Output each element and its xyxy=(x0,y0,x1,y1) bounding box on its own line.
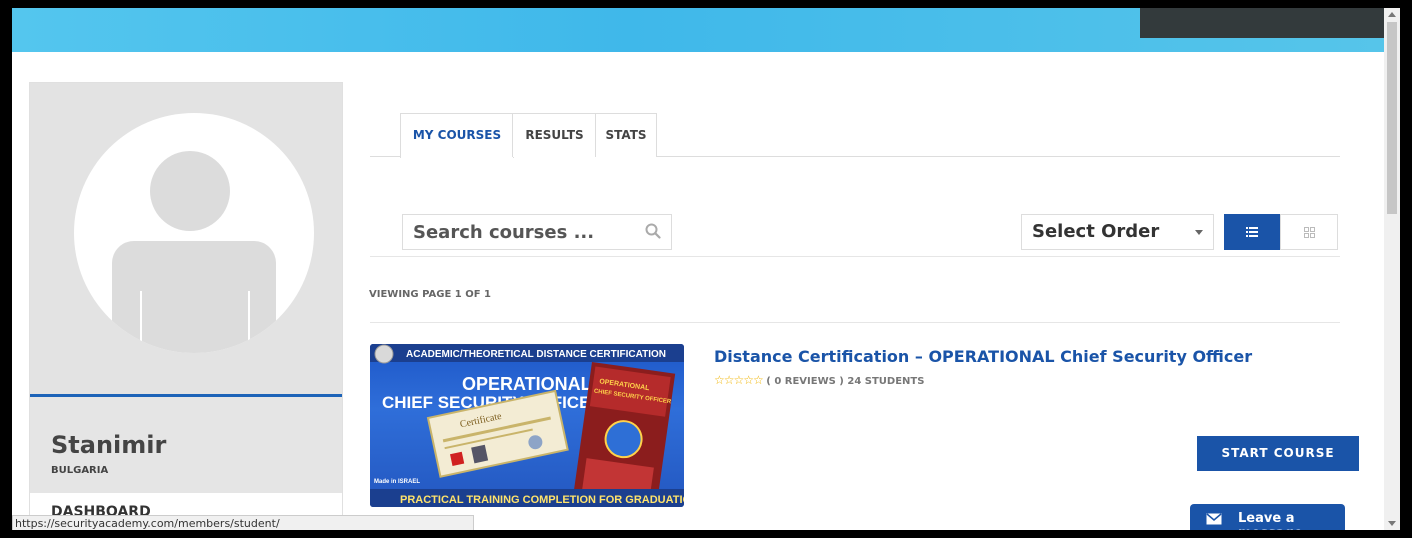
grid-view-button[interactable] xyxy=(1280,214,1338,250)
profile-name: Stanimir xyxy=(51,431,167,459)
course-search xyxy=(402,214,672,250)
profile-country: BULGARIA xyxy=(51,465,109,476)
divider xyxy=(370,256,1340,257)
grid-icon xyxy=(1304,227,1315,238)
scroll-up-arrow-icon[interactable] xyxy=(1388,12,1396,17)
header-dark-panel xyxy=(1140,8,1384,38)
order-select[interactable]: Select Order xyxy=(1021,214,1214,250)
avatar-arm-line xyxy=(248,291,250,353)
thumb-title-text: OPERATIONAL xyxy=(462,374,592,394)
status-url-bar: https://securityacademy.com/members/stud… xyxy=(12,515,474,530)
leave-message-label: Leave a message xyxy=(1238,511,1303,530)
course-tabs: MY COURSES RESULTS STATS xyxy=(370,113,1340,158)
scrollbar-thumb[interactable] xyxy=(1387,22,1397,214)
page: Stanimir BULGARIA DASHBOARD MY COURSES R… xyxy=(12,8,1384,530)
rating-stars-icon: ☆☆☆☆☆ xyxy=(714,373,764,387)
avatar-area xyxy=(30,83,342,395)
scroll-down-arrow-icon[interactable] xyxy=(1388,521,1396,526)
chevron-down-icon xyxy=(1195,230,1203,235)
thumb-bottom-text: PRACTICAL TRAINING COMPLETION FOR GRADUA… xyxy=(400,494,684,506)
divider xyxy=(370,322,1340,323)
list-icon xyxy=(1246,227,1258,237)
list-view-button[interactable] xyxy=(1224,214,1280,250)
course-thumbnail-graphic: ACADEMIC/THEORETICAL DISTANCE CERTIFICAT… xyxy=(370,344,684,507)
avatar xyxy=(74,113,314,353)
mail-icon xyxy=(1206,513,1222,525)
tab-my-courses[interactable]: MY COURSES xyxy=(400,113,514,158)
course-meta: ☆☆☆☆☆ ( 0 REVIEWS ) 24 STUDENTS xyxy=(714,373,924,387)
tab-results[interactable]: RESULTS xyxy=(512,113,597,157)
search-input[interactable] xyxy=(403,215,643,249)
avatar-head-shape xyxy=(150,151,230,231)
avatar-body-shape xyxy=(112,241,276,353)
search-icon[interactable] xyxy=(645,223,661,239)
thumb-top-text: ACADEMIC/THEORETICAL DISTANCE CERTIFICAT… xyxy=(406,349,666,360)
order-select-value: Select Order xyxy=(1032,221,1160,242)
top-header-bar xyxy=(12,8,1384,52)
paging-info: VIEWING PAGE 1 OF 1 xyxy=(369,289,491,300)
course-students: 24 STUDENTS xyxy=(847,376,925,387)
course-thumbnail[interactable]: ACADEMIC/THEORETICAL DISTANCE CERTIFICAT… xyxy=(370,344,684,507)
tab-stats[interactable]: STATS xyxy=(595,113,657,157)
avatar-arm-line xyxy=(140,291,142,353)
course-title-link[interactable]: Distance Certification – OPERATIONAL Chi… xyxy=(714,347,1252,366)
thumb-made-text: Made in ISRAEL xyxy=(374,479,420,485)
start-course-button[interactable]: START COURSE xyxy=(1197,436,1359,471)
course-reviews[interactable]: ( 0 REVIEWS ) xyxy=(766,376,844,387)
vertical-scrollbar[interactable] xyxy=(1384,8,1400,530)
profile-info: Stanimir BULGARIA xyxy=(30,397,342,493)
leave-message-button[interactable]: Leave a message xyxy=(1190,504,1345,530)
profile-card: Stanimir BULGARIA DASHBOARD xyxy=(29,82,343,530)
